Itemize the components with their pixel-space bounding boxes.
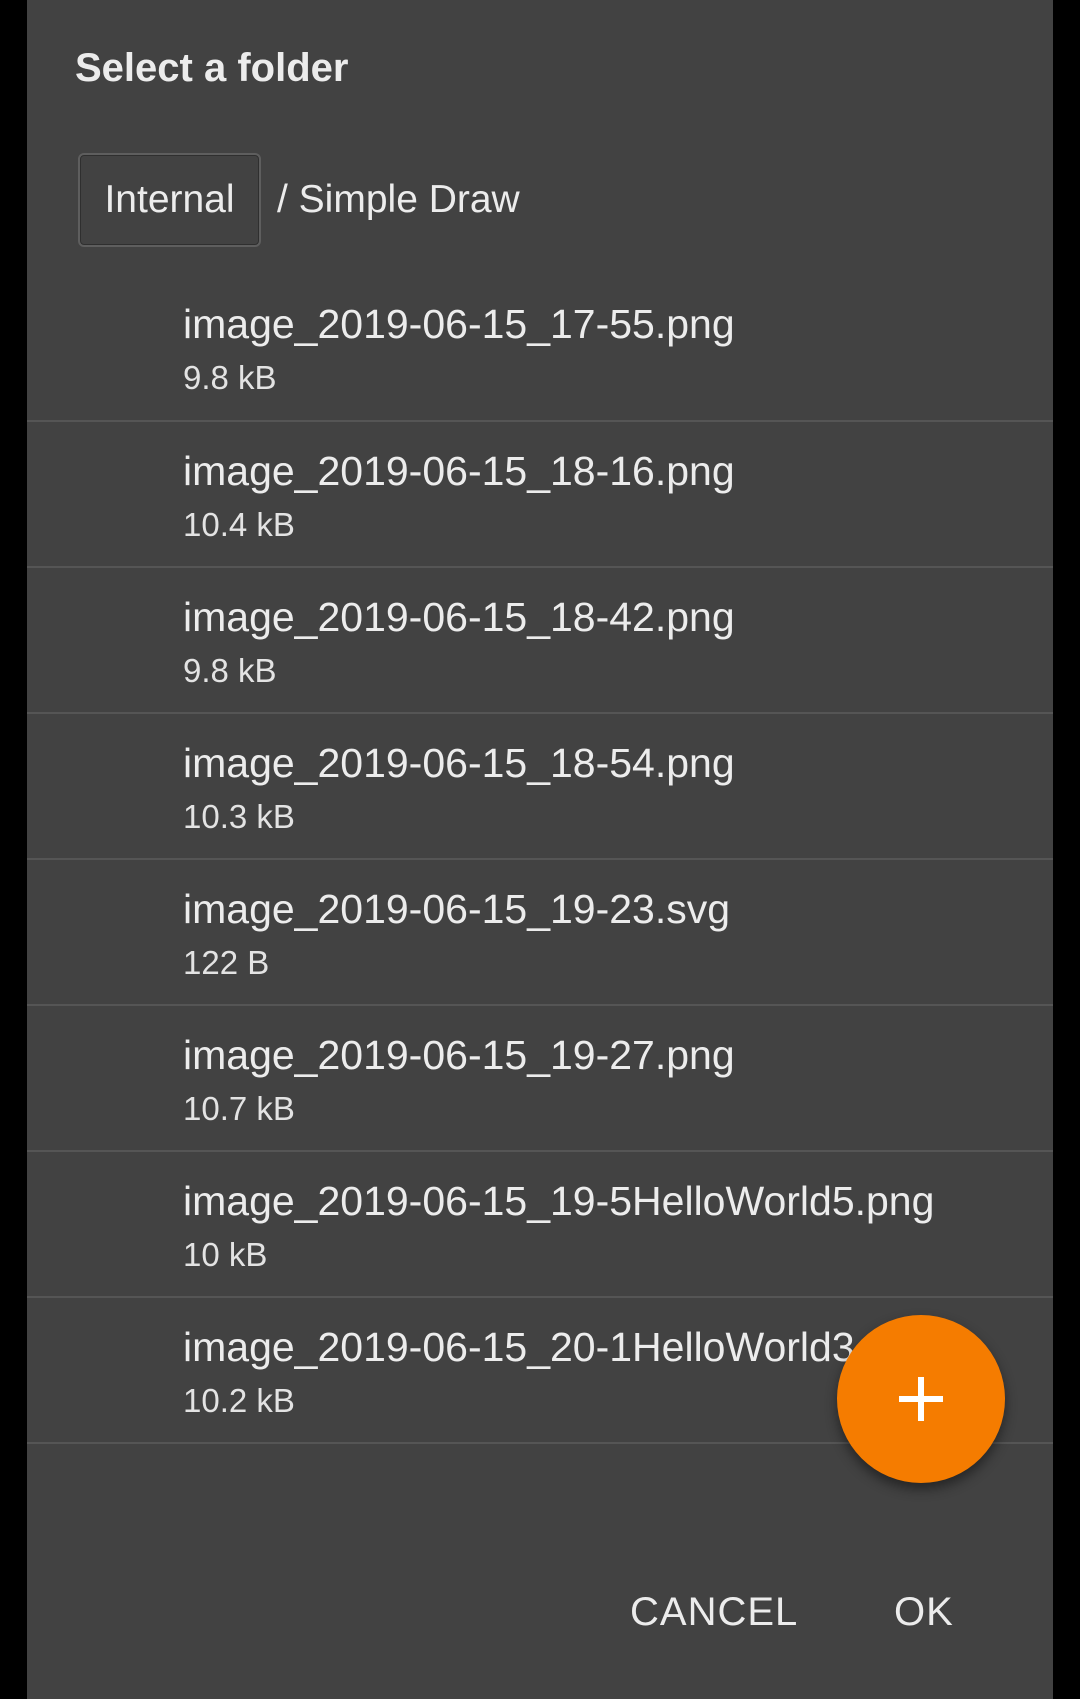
list-item[interactable]: image_2019-06-15_18-42.png 9.8 kB: [27, 568, 1053, 714]
file-name: image_2019-06-15_19-27.png: [183, 1032, 735, 1078]
file-size: 10.3 kB: [183, 798, 295, 835]
ok-button[interactable]: OK: [894, 1590, 954, 1635]
list-item[interactable]: image_2019-06-15_19-5HelloWorld5.png 10 …: [27, 1152, 1053, 1298]
list-item[interactable]: image_2019-06-15_17-55.png 9.8 kB: [27, 275, 1053, 422]
file-name: image_2019-06-15_20-1HelloWorld3: [183, 1324, 855, 1370]
file-name: image_2019-06-15_18-42.png: [183, 594, 735, 640]
list-item[interactable]: image_2019-06-15_18-54.png 10.3 kB: [27, 714, 1053, 860]
cancel-button[interactable]: CANCEL: [630, 1590, 798, 1635]
breadcrumb-root-internal[interactable]: Internal: [78, 153, 261, 247]
file-list: image_2019-06-15_17-55.png 9.8 kB image_…: [27, 275, 1053, 1444]
plus-icon: [899, 1377, 943, 1421]
list-item[interactable]: image_2019-06-15_18-16.png 10.4 kB: [27, 422, 1053, 568]
folder-picker-dialog: Select a folder Internal / Simple Draw i…: [27, 0, 1053, 1699]
file-size: 10 kB: [183, 1236, 268, 1273]
file-name: image_2019-06-15_18-54.png: [183, 740, 735, 786]
breadcrumb: Internal / Simple Draw: [78, 151, 520, 249]
create-folder-fab-button[interactable]: [837, 1315, 1005, 1483]
breadcrumb-path-simple-draw[interactable]: / Simple Draw: [277, 178, 520, 222]
file-name: image_2019-06-15_18-16.png: [183, 448, 735, 494]
list-item[interactable]: image_2019-06-15_19-23.svg 122 B: [27, 860, 1053, 1006]
file-name: image_2019-06-15_19-23.svg: [183, 886, 731, 932]
file-size: 122 B: [183, 944, 270, 981]
dialog-title: Select a folder: [75, 46, 349, 90]
file-size: 10.2 kB: [183, 1382, 295, 1419]
file-size: 10.4 kB: [183, 506, 295, 543]
dialog-actions: CANCEL OK: [27, 1590, 1053, 1646]
file-size: 10.7 kB: [183, 1090, 295, 1127]
file-name: image_2019-06-15_17-55.png: [183, 301, 735, 347]
file-name: image_2019-06-15_19-5HelloWorld5.png: [183, 1178, 935, 1224]
list-item[interactable]: image_2019-06-15_19-27.png 10.7 kB: [27, 1006, 1053, 1152]
file-size: 9.8 kB: [183, 652, 277, 689]
file-size: 9.8 kB: [183, 359, 277, 396]
